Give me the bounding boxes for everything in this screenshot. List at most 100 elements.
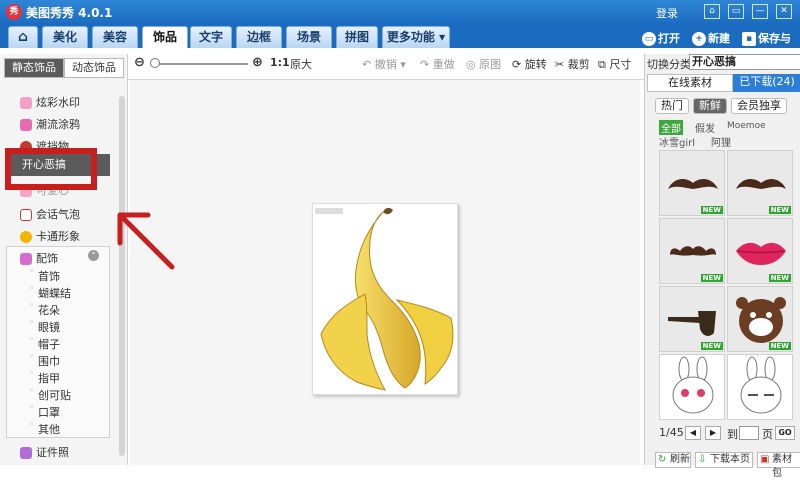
subcategory-glasses[interactable]: 眼镜: [29, 318, 60, 335]
tab-text[interactable]: 文字: [190, 26, 232, 48]
skin-icon[interactable]: ⌂: [704, 4, 720, 19]
pill-vip[interactable]: 会员独享: [731, 98, 787, 114]
subcategory-jewelry[interactable]: 首饰: [29, 267, 60, 284]
photo-canvas[interactable]: [312, 203, 458, 395]
main-menu-bar: ⌂ 美化 美容 饰品 文字 边框 场景 拼图 更多功能 ▾: [0, 24, 800, 48]
subcategory-bowknot[interactable]: 蝴蝶结: [29, 284, 71, 301]
filter-all[interactable]: 全部: [659, 120, 683, 135]
category-graffiti[interactable]: 潮流涂鸦: [20, 116, 80, 132]
left-scrollbar[interactable]: [119, 96, 125, 456]
cartoon-icon: [20, 231, 32, 243]
rabbit-icon: [672, 356, 714, 414]
material-mustache-3[interactable]: NEW: [659, 218, 725, 284]
original-image-icon: ◎: [466, 58, 480, 71]
tab-more-functions[interactable]: 更多功能 ▾: [382, 26, 450, 48]
title-bar: 秀 美图秀秀 4.0.1 登录 ⌂ ▭ — ✕: [0, 0, 800, 24]
download-page-button[interactable]: ⇩ 下载本页: [695, 452, 753, 468]
crop-label: 裁剪: [567, 58, 590, 71]
zoom-slider[interactable]: [152, 63, 248, 65]
material-lips[interactable]: NEW: [727, 218, 793, 284]
photo-watermark: [315, 208, 343, 214]
undo-label: 撤销: [374, 58, 397, 71]
redo-label: 重做: [432, 58, 455, 71]
plus-icon: +: [692, 32, 706, 46]
material-rabbit-1[interactable]: [659, 354, 725, 420]
redo-button[interactable]: ↷ 重做: [420, 56, 455, 72]
new-badge: NEW: [768, 206, 791, 214]
tab-dynamic-accessories[interactable]: 动态饰品: [64, 58, 124, 78]
subcategory-other[interactable]: 其他: [29, 420, 60, 437]
material-mustache-2[interactable]: NEW: [727, 150, 793, 216]
subcategory-mask[interactable]: 口罩: [29, 403, 60, 420]
original-size-label[interactable]: 原大: [290, 56, 312, 72]
close-button[interactable]: ✕: [776, 4, 792, 19]
tab-downloaded[interactable]: 已下载(24): [733, 74, 800, 92]
resize-label: 尺寸: [609, 58, 632, 71]
zoom-out-icon[interactable]: ⊖: [134, 55, 145, 70]
subcategory-bandaid[interactable]: 创可贴: [29, 386, 71, 403]
material-beaver-face[interactable]: NEW: [727, 286, 793, 352]
material-mustache-1[interactable]: NEW: [659, 150, 725, 216]
tab-online-materials[interactable]: 在线素材: [647, 74, 733, 92]
go-button[interactable]: GO: [775, 426, 795, 440]
tab-accessories[interactable]: 饰品: [142, 26, 188, 48]
zoom-ratio[interactable]: 1:1: [270, 56, 290, 69]
tab-scene[interactable]: 场景: [286, 26, 332, 48]
collapse-icon[interactable]: ⌃: [88, 250, 99, 261]
filter-ice-girl[interactable]: 冰雪girl: [659, 134, 695, 149]
material-pipe[interactable]: NEW: [659, 286, 725, 352]
restore-button[interactable]: ▭: [728, 4, 744, 19]
open-button[interactable]: ▭ 打开: [642, 30, 680, 46]
original-image-button[interactable]: ◎ 原图: [466, 56, 501, 72]
resize-button[interactable]: ⧉ 尺寸: [598, 56, 631, 72]
minimize-button[interactable]: —: [752, 4, 768, 19]
category-select[interactable]: 开心恶搞: [689, 54, 800, 70]
tab-collage[interactable]: 拼图: [336, 26, 378, 48]
app-logo-icon: 秀: [6, 4, 22, 20]
new-label: 新建: [708, 32, 730, 45]
category-cartoon[interactable]: 卡通形象: [20, 228, 80, 244]
new-button[interactable]: + 新建: [692, 30, 730, 46]
crop-button[interactable]: ✂ 裁剪: [555, 56, 590, 72]
subcategory-flower[interactable]: 花朵: [29, 301, 60, 318]
id-photo-icon: [20, 447, 32, 459]
undo-button[interactable]: ↶ 撤销 ▾: [362, 56, 406, 72]
tab-cosmetic[interactable]: 美容: [92, 26, 138, 48]
refresh-button[interactable]: ↻ 刷新: [655, 452, 691, 468]
category-label: 配饰: [36, 252, 58, 265]
tab-static-accessories[interactable]: 静态饰品: [4, 58, 64, 78]
subcategory-scarf[interactable]: 围巾: [29, 352, 60, 369]
prev-page-button[interactable]: ◀: [685, 426, 701, 440]
resize-icon: ⧉: [598, 58, 610, 71]
subcategory-nail[interactable]: 指甲: [29, 369, 60, 386]
rotate-icon: ⟳: [512, 58, 525, 71]
page-input[interactable]: [739, 426, 759, 440]
highlight-box: [5, 148, 97, 190]
new-badge: NEW: [768, 342, 791, 350]
pill-hot[interactable]: 热门: [655, 98, 689, 114]
category-watermark[interactable]: 炫彩水印: [20, 94, 80, 110]
material-rabbit-2[interactable]: [727, 354, 793, 420]
tab-home[interactable]: ⌂: [8, 26, 38, 48]
triangle-right-icon: ▶: [709, 428, 717, 437]
filter-moemoe[interactable]: Moemoe: [727, 121, 766, 131]
material-pack-button[interactable]: ▣ 素材包: [757, 452, 800, 479]
category-speech-bubble[interactable]: 会话气泡: [20, 206, 80, 222]
redo-icon: ↷: [420, 58, 433, 71]
material-pack-label: 素材包: [772, 454, 792, 479]
zoom-slider-handle[interactable]: [150, 58, 160, 68]
download-page-label: 下载本页: [710, 454, 750, 465]
next-page-button[interactable]: ▶: [705, 426, 721, 440]
filter-wig[interactable]: 假发: [695, 120, 715, 135]
login-link[interactable]: 登录: [656, 5, 678, 21]
subcategory-hat[interactable]: 帽子: [29, 335, 60, 352]
tab-beautify[interactable]: 美化: [42, 26, 88, 48]
tab-frame[interactable]: 边框: [236, 26, 282, 48]
pill-fresh[interactable]: 新鲜: [693, 98, 727, 114]
rotate-button[interactable]: ⟳ 旋转: [512, 56, 547, 72]
category-id-photo[interactable]: 证件照: [20, 444, 69, 460]
switch-category-label: 切换分类: [647, 58, 691, 71]
zoom-in-icon[interactable]: ⊕: [252, 55, 263, 70]
filter-ali[interactable]: 阿狸: [711, 134, 731, 149]
category-accessories[interactable]: 配饰: [20, 250, 58, 266]
